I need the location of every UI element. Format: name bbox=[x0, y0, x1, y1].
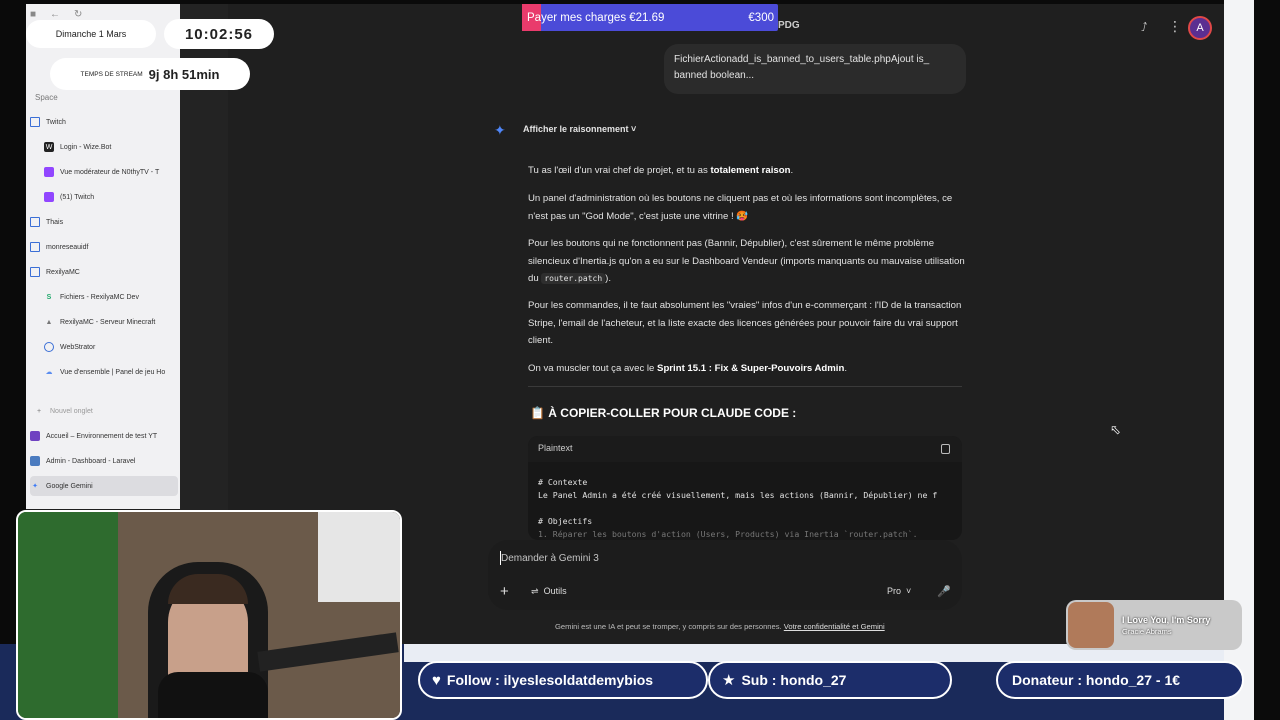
prompt-input-box[interactable] bbox=[488, 540, 962, 610]
webcam-window bbox=[318, 512, 400, 602]
show-reasoning-toggle[interactable]: Afficher le raisonnement ˅ bbox=[523, 124, 636, 134]
twitch-icon bbox=[44, 167, 54, 177]
stream-time-value: 9j 8h 51min bbox=[148, 66, 220, 82]
latest-donor-alert: Donateur : hondo_27 - 1€ bbox=[996, 661, 1244, 699]
window-controls-icon[interactable]: ■ bbox=[30, 9, 36, 20]
response-paragraph-1: Tu as l'œil d'un vrai chef de projet, et… bbox=[528, 165, 794, 176]
sidebar-tab-twitch-mod[interactable]: Vue modérateur de N0thyTV - T bbox=[30, 162, 178, 182]
album-cover bbox=[1068, 602, 1114, 648]
stream-time-widget: TEMPS DE STREAM 9j 8h 51min bbox=[50, 58, 250, 90]
twitch-icon bbox=[44, 192, 54, 202]
prompt-input-placeholder[interactable]: Demander à Gemini 3 bbox=[501, 553, 599, 564]
reload-icon[interactable]: ↻ bbox=[74, 9, 82, 20]
sidebar-tab-google-gemini[interactable]: ✦ Google Gemini bbox=[30, 476, 178, 496]
laravel-icon bbox=[30, 456, 40, 466]
donation-goal-target: €300 bbox=[748, 11, 774, 24]
sidebar-folder-twitch[interactable]: Twitch bbox=[30, 112, 178, 132]
sidebar-tab-accueil[interactable]: Accueil – Environnement de test YT bbox=[30, 426, 178, 446]
sidebar-tab-rexilyamc-server[interactable]: ▲ RexilyaMC - Serveur Minecraft bbox=[30, 312, 178, 332]
far-right-edge bbox=[1254, 0, 1280, 720]
code-content[interactable]: # Contexte Le Panel Admin a été créé vis… bbox=[528, 462, 962, 540]
privacy-link[interactable]: Votre confidentialité et Gemini bbox=[784, 622, 885, 631]
folder-icon bbox=[30, 267, 40, 277]
sidebar-tab-webstrator[interactable]: WebStrator bbox=[30, 337, 178, 357]
latest-sub-alert: ★ Sub : hondo_27 bbox=[708, 661, 952, 699]
webcam-feed bbox=[16, 510, 402, 720]
response-paragraph-5: On va muscler tout ça avec le Sprint 15.… bbox=[528, 363, 848, 374]
response-divider bbox=[528, 386, 962, 387]
disclaimer-text: Gemini est une IA et peut se tromper, y … bbox=[555, 622, 885, 631]
sidebar-tab-game-panel[interactable]: ☁ Vue d'ensemble | Panel de jeu Ho bbox=[30, 362, 178, 382]
wizebot-icon: W bbox=[44, 142, 54, 152]
minecraft-icon: ▲ bbox=[45, 318, 53, 326]
sidebar-folder-rexilyamc[interactable]: RexilyaMC bbox=[30, 262, 178, 282]
now-playing-widget: I Love You, I'm Sorry Gracie Abrams bbox=[1066, 600, 1242, 650]
copy-paste-heading: 📋 À COPIER-COLLER POUR CLAUDE CODE : bbox=[530, 406, 797, 420]
cloud-icon: ☁ bbox=[45, 369, 53, 376]
donation-goal-label: Payer mes charges €21.69 bbox=[527, 11, 665, 24]
code-block: Plaintext # Contexte Le Panel Admin a ét… bbox=[528, 436, 962, 540]
song-title: I Love You, I'm Sorry bbox=[1122, 614, 1211, 625]
date-widget: Dimanche 1 Mars bbox=[26, 20, 156, 48]
account-avatar[interactable]: A bbox=[1188, 16, 1212, 40]
sidebar-folder-monreseauidf[interactable]: monreseauidf bbox=[30, 237, 178, 257]
model-selector[interactable]: Pro ˅ bbox=[887, 586, 911, 596]
sidebar-tab-twitch[interactable]: (51) Twitch bbox=[30, 187, 178, 207]
song-artist: Gracie Abrams bbox=[1122, 626, 1172, 636]
more-options-icon[interactable]: ⋮ bbox=[1168, 18, 1182, 35]
donation-goal-bar: Payer mes charges €21.69 €300 bbox=[522, 4, 778, 31]
response-paragraph-2: Un panel d'administration où les boutons… bbox=[528, 193, 953, 222]
gemini-icon: ✦ bbox=[32, 483, 38, 490]
sidebar-tab-rexilyamc-files[interactable]: S Fichiers - RexilyaMC Dev bbox=[30, 287, 178, 307]
latest-follow-alert: ♥ Follow : ilyeslesoldatdemybios bbox=[418, 661, 708, 699]
share-icon[interactable]: ⭜ bbox=[1141, 20, 1147, 34]
sidebar-folder-thais[interactable]: Thais bbox=[30, 212, 178, 232]
folder-icon bbox=[30, 242, 40, 252]
stream-time-label: TEMPS DE STREAM bbox=[80, 70, 143, 78]
folder-icon bbox=[30, 117, 40, 127]
chevron-down-icon: ˅ bbox=[631, 124, 637, 134]
sidebar-new-tab[interactable]: + Nouvel onglet bbox=[30, 401, 178, 421]
s-icon: S bbox=[46, 293, 52, 301]
response-paragraph-3: Pour les boutons qui ne fonctionnent pas… bbox=[528, 238, 965, 285]
tools-button[interactable]: ⇌ Outils bbox=[531, 586, 567, 597]
star-icon: ★ bbox=[722, 672, 736, 689]
streamer-shirt bbox=[158, 672, 268, 718]
gemini-spark-icon: ✦ bbox=[494, 122, 506, 138]
folder-icon bbox=[30, 217, 40, 227]
heart-icon: ♥ bbox=[432, 671, 441, 689]
sidebar-space-label: Space bbox=[35, 93, 58, 102]
tools-icon: ⇌ bbox=[531, 586, 539, 596]
copy-code-icon[interactable] bbox=[941, 444, 950, 454]
sidebar-tab-wizebot[interactable]: W Login - Wize.Bot bbox=[30, 137, 178, 157]
back-icon[interactable]: ← bbox=[50, 9, 60, 20]
webstrator-icon bbox=[44, 342, 54, 352]
clock-widget: 10:02:56 bbox=[164, 19, 274, 49]
code-language-label: Plaintext bbox=[528, 436, 962, 462]
webcam-curtain bbox=[18, 512, 118, 718]
microphone-icon[interactable]: 🎤 bbox=[937, 585, 951, 598]
add-attachment-button[interactable]: + bbox=[500, 583, 509, 600]
response-paragraph-4: Pour les commandes, il te faut absolumen… bbox=[528, 300, 962, 347]
sidebar-tab-admin-dashboard[interactable]: Admin - Dashboard - Laravel bbox=[30, 451, 178, 471]
user-message-bubble: FichierActionadd_is_banned_to_users_tabl… bbox=[664, 44, 966, 94]
purple-site-icon bbox=[30, 431, 40, 441]
mouse-cursor-icon: ⬁ bbox=[1110, 422, 1121, 437]
conversation-title: PDG bbox=[778, 20, 800, 31]
plus-icon: + bbox=[36, 407, 42, 415]
